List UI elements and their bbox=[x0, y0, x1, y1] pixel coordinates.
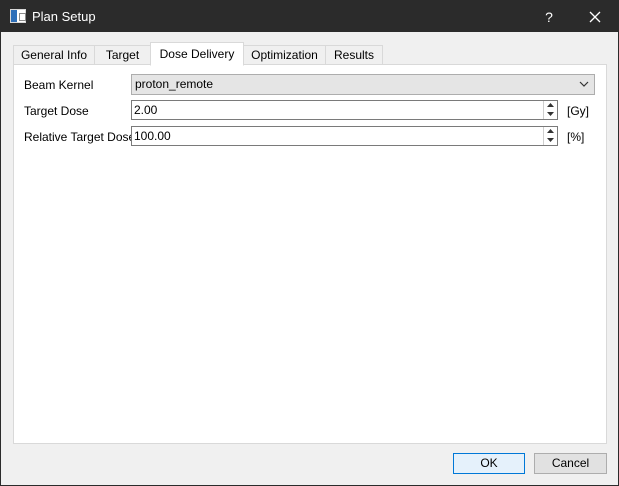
relative-target-dose-label: Relative Target Dose bbox=[24, 130, 136, 144]
chevron-down-icon bbox=[579, 81, 589, 87]
relative-target-dose-decrement-button[interactable] bbox=[544, 136, 557, 145]
target-dose-stepper bbox=[543, 101, 557, 119]
target-dose-decrement-button[interactable] bbox=[544, 110, 557, 119]
close-button[interactable] bbox=[575, 5, 615, 29]
beam-kernel-label: Beam Kernel bbox=[24, 78, 94, 92]
target-dose-increment-button[interactable] bbox=[544, 101, 557, 110]
relative-target-dose-stepper bbox=[543, 127, 557, 145]
target-dose-label: Target Dose bbox=[24, 104, 89, 118]
tab-optimization[interactable]: Optimization bbox=[243, 45, 326, 65]
relative-target-dose-spinbox[interactable]: 100.00 bbox=[131, 126, 558, 146]
caret-down-icon bbox=[547, 138, 554, 142]
tab-results[interactable]: Results bbox=[325, 45, 383, 65]
tab-dose-delivery[interactable]: Dose Delivery bbox=[150, 42, 244, 66]
target-dose-unit: [Gy] bbox=[567, 104, 590, 118]
help-button[interactable]: ? bbox=[532, 5, 566, 29]
app-window-icon bbox=[10, 9, 26, 23]
relative-target-dose-value: 100.00 bbox=[134, 129, 171, 143]
caret-down-icon bbox=[547, 112, 554, 116]
relative-target-dose-increment-button[interactable] bbox=[544, 127, 557, 136]
window-title: Plan Setup bbox=[32, 9, 96, 24]
target-dose-value: 2.00 bbox=[134, 103, 158, 117]
tab-target[interactable]: Target bbox=[94, 45, 151, 65]
dose-delivery-panel: Beam Kernel proton_remote Target Dose 2.… bbox=[13, 64, 607, 444]
beam-kernel-value: proton_remote bbox=[135, 77, 214, 91]
target-dose-spinbox[interactable]: 2.00 bbox=[131, 100, 558, 120]
relative-target-dose-unit: [%] bbox=[567, 130, 585, 144]
close-icon bbox=[589, 11, 601, 23]
title-bar: Plan Setup ? bbox=[1, 1, 618, 32]
plan-setup-dialog: Plan Setup ? General Info Target Dose De… bbox=[0, 0, 619, 486]
caret-up-icon bbox=[547, 129, 554, 133]
beam-kernel-select[interactable]: proton_remote bbox=[131, 74, 595, 95]
cancel-button[interactable]: Cancel bbox=[534, 453, 607, 474]
tab-general-info[interactable]: General Info bbox=[13, 45, 95, 65]
ok-button[interactable]: OK bbox=[453, 453, 525, 474]
caret-up-icon bbox=[547, 103, 554, 107]
